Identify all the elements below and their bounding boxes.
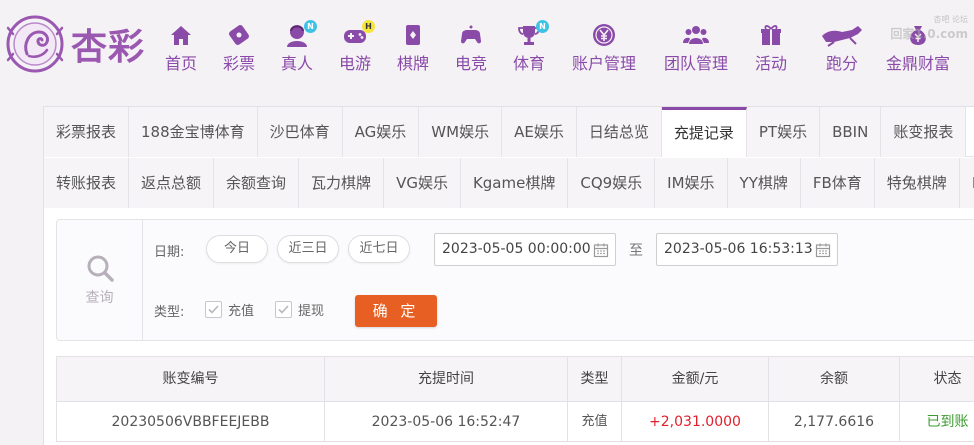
nav-home[interactable]: 首页 [165, 22, 197, 74]
range-7days-button[interactable]: 近七日 [348, 235, 410, 263]
new-badge: N [536, 20, 549, 33]
type-label: 类型: [154, 305, 185, 320]
tab-kgame-chess[interactable]: Kgame棋牌 [460, 158, 569, 208]
nav-team[interactable]: 团队管理 [664, 22, 728, 74]
col-header-amount: 金额/元 [622, 357, 769, 402]
col-header-balance: 余额 [769, 357, 900, 402]
range-3days-button[interactable]: 近三日 [277, 235, 339, 263]
query-filter: 查询 日期: 今日 近三日 近七日 2023-05-05 00:00:00 至 … [56, 219, 974, 341]
records-table: 账变编号 充提时间 类型 金额/元 余额 状态 20230506VBBFEEJE… [56, 356, 974, 442]
confirm-button[interactable]: 确 定 [355, 295, 437, 327]
col-header-status: 状态 [900, 357, 974, 402]
cell-status: 已到账 [900, 402, 974, 442]
nav-chess[interactable]: 棋牌 [397, 22, 429, 74]
table-row[interactable]: 20230506VBBFEEJEBB 2023-05-06 16:52:47 充… [56, 402, 974, 442]
nav-esports[interactable]: 电竞 [455, 22, 487, 74]
new-badge: N [304, 20, 317, 33]
tab-cq9[interactable]: CQ9娱乐 [568, 158, 656, 208]
date-label: 日期: [154, 245, 185, 260]
range-today-button[interactable]: 今日 [206, 235, 268, 263]
gift-icon [757, 22, 785, 48]
yen-coin-icon [590, 22, 618, 48]
tab-wm[interactable]: WM娱乐 [419, 107, 503, 157]
gamepad-icon: H [341, 20, 375, 48]
report-tabs-row-1: 彩票报表 188金宝博体育 沙巴体育 AG娱乐 WM娱乐 AE娱乐 日结总览 充… [44, 107, 974, 157]
report-panel: 彩票报表 188金宝博体育 沙巴体育 AG娱乐 WM娱乐 AE娱乐 日结总览 充… [43, 106, 974, 445]
hot-badge: H [362, 20, 375, 33]
calendar-icon [815, 243, 831, 258]
tab-tetu-chess[interactable]: 特兔棋牌 [874, 158, 960, 208]
tab-lottery-report[interactable]: 彩票报表 [44, 107, 130, 157]
trophy-icon: N [515, 20, 549, 48]
running-dog-icon [820, 22, 864, 48]
to-label: 至 [629, 243, 643, 259]
tab-bbin[interactable]: BBIN [820, 107, 882, 157]
nav-activity[interactable]: 活动 [755, 22, 787, 74]
team-icon [682, 22, 710, 48]
cell-amount: +2,031.0000 [622, 402, 769, 442]
nav-run-score[interactable]: 跑分 [820, 22, 864, 74]
type-withdraw-checkbox[interactable]: 提现 [275, 300, 324, 319]
playing-cards-icon [399, 22, 427, 48]
tab-transfer-report[interactable]: 转账报表 [44, 158, 130, 208]
nav-slots[interactable]: H 电游 [339, 20, 375, 74]
tab-fb-sports[interactable]: FB体育 [800, 158, 875, 208]
tab-im[interactable]: IM娱乐 [655, 158, 728, 208]
esports-controller-icon [457, 22, 485, 48]
checkmark-icon [208, 305, 219, 314]
tab-pt[interactable]: PT娱乐 [746, 107, 821, 157]
col-header-time: 充提时间 [325, 357, 568, 402]
tab-ae[interactable]: AE娱乐 [502, 107, 577, 157]
col-header-id: 账变编号 [56, 357, 325, 402]
tab-deposit-withdraw-records[interactable]: 充提记录 [661, 107, 747, 157]
tab-ag[interactable]: AG娱乐 [342, 107, 420, 157]
checkmark-icon [278, 305, 289, 314]
report-tabs-row-2: 转账报表 返点总额 余额查询 瓦力棋牌 VG娱乐 Kgame棋牌 CQ9娱乐 I… [44, 158, 974, 208]
end-date-input[interactable]: 2023-05-06 16:53:13 [656, 233, 838, 266]
tab-vg[interactable]: VG娱乐 [384, 158, 461, 208]
nav-lottery[interactable]: 彩票 [223, 22, 255, 74]
cell-type: 充值 [568, 402, 622, 442]
main-nav: 首页 彩票 N 真人 H 电游 棋牌 电竞 N 体育 账户管理 团队管理 活动 … [0, 20, 974, 74]
tab-yy-chess[interactable]: YY棋牌 [727, 158, 801, 208]
tab-account-change-report[interactable]: 账变报表 [881, 107, 967, 157]
start-date-input[interactable]: 2023-05-05 00:00:00 [434, 233, 616, 266]
type-deposit-checkbox[interactable]: 充值 [205, 300, 254, 319]
tab-wali-chess[interactable]: 瓦力棋牌 [299, 158, 385, 208]
live-dealer-icon: N [283, 20, 317, 48]
tab-rebate-total[interactable]: 返点总额 [129, 158, 215, 208]
search-icon [87, 255, 114, 282]
tab-saba-sports[interactable]: 沙巴体育 [257, 107, 343, 157]
tab-188bet-sports[interactable]: 188金宝博体育 [129, 107, 258, 157]
lottery-ticket-icon [225, 22, 253, 48]
query-label: 查询 [85, 290, 114, 306]
nav-live[interactable]: N 真人 [281, 20, 317, 74]
tab-overflow[interactable]: I [959, 158, 974, 208]
col-header-type: 类型 [568, 357, 622, 402]
cell-time: 2023-05-06 16:52:47 [325, 402, 568, 442]
tab-daily-overview[interactable]: 日结总览 [576, 107, 662, 157]
calendar-icon [593, 243, 609, 258]
cell-id: 20230506VBBFEEJEBB [56, 402, 325, 442]
nav-account[interactable]: 账户管理 [572, 22, 636, 74]
query-button[interactable]: 查询 [57, 220, 143, 340]
nav-sports[interactable]: N 体育 [513, 20, 549, 74]
top-header: 杏彩 首页 彩票 N 真人 H 电游 棋牌 电竞 N 体育 账户管理 团队管理 … [0, 0, 974, 92]
table-header-row: 账变编号 充提时间 类型 金额/元 余额 状态 [56, 357, 974, 402]
tab-balance-query[interactable]: 余额查询 [214, 158, 300, 208]
site-watermark: 杏吧 论坛 回家1.0.com [890, 15, 968, 41]
home-icon [167, 22, 195, 48]
cell-balance: 2,177.6616 [769, 402, 900, 442]
